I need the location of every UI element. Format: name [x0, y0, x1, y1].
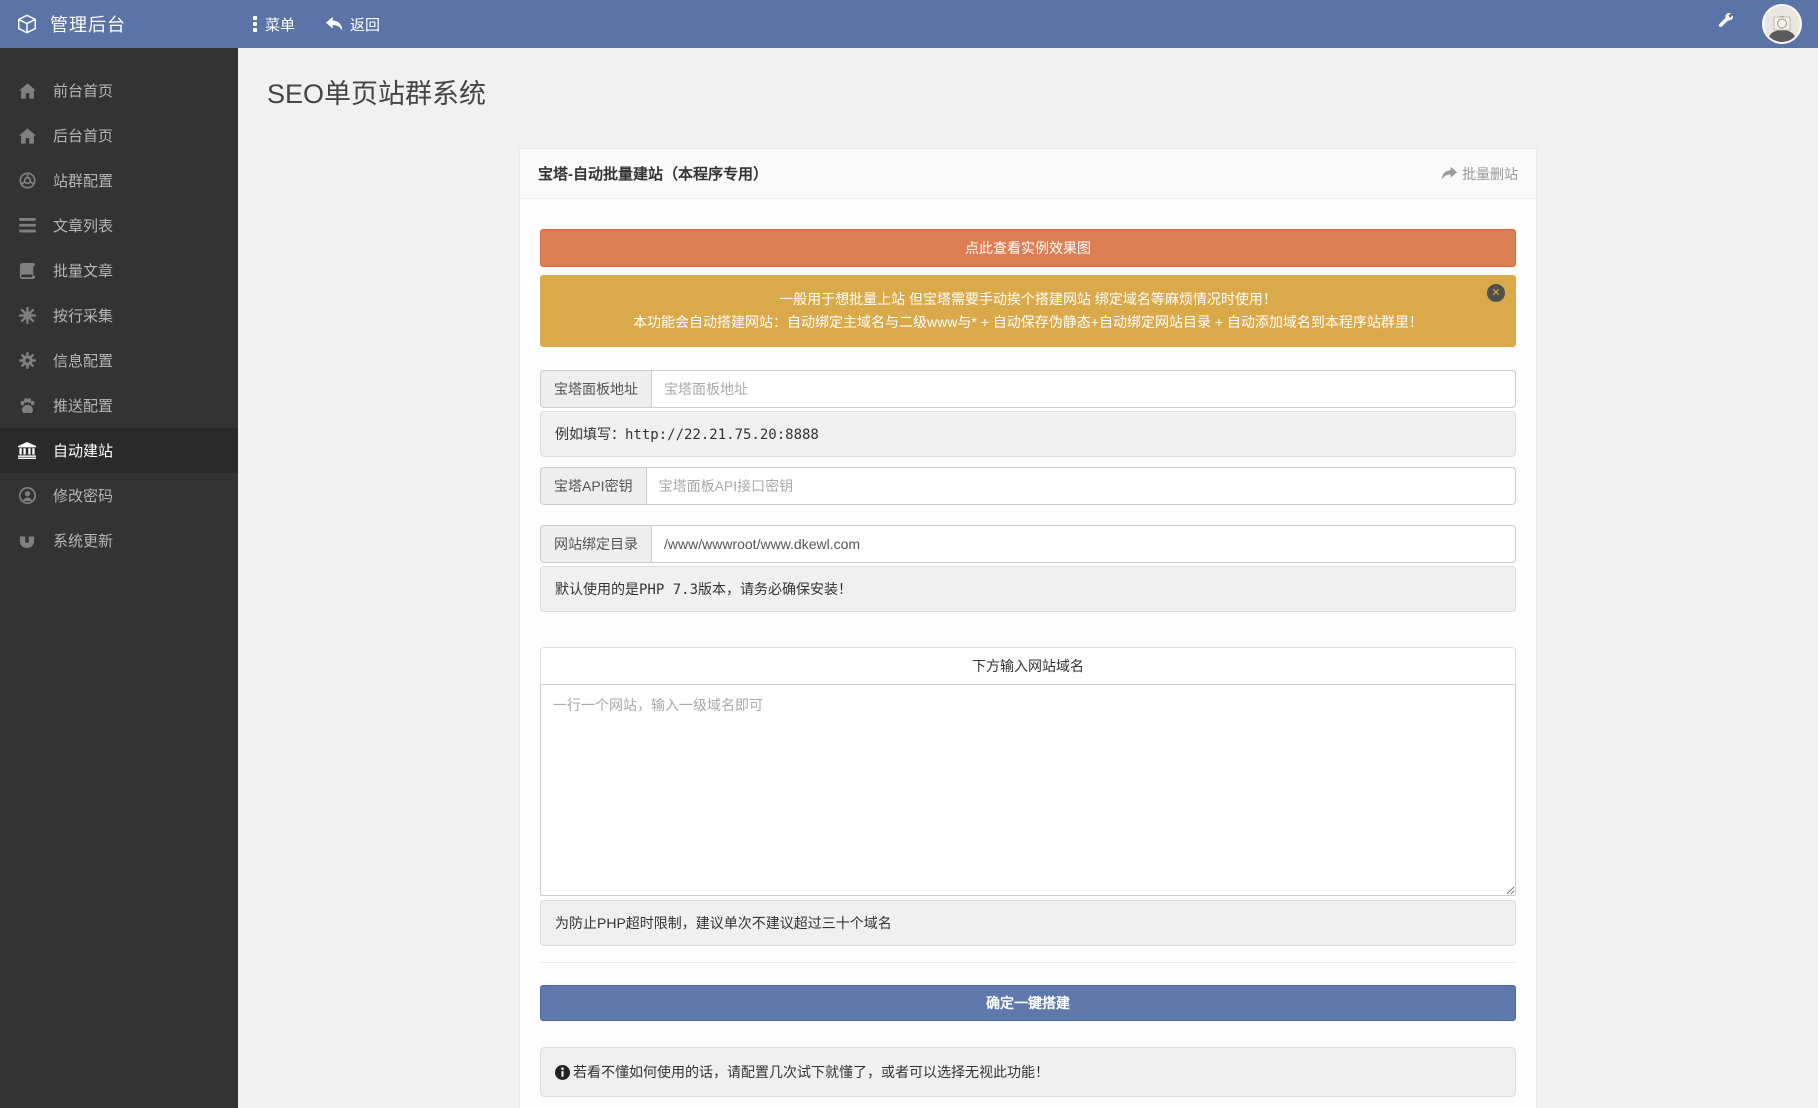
- sidebar-item-label: 批量文章: [53, 260, 113, 281]
- api-key-group: 宝塔API密钥: [540, 467, 1516, 505]
- brand-title: 管理后台: [50, 11, 126, 37]
- user-circle-icon: [17, 487, 37, 504]
- main-content: SEO单页站群系统 宝塔-自动批量建站（本程序专用） 批量删站 点此查看实例效果…: [238, 48, 1818, 1108]
- globe-icon: [17, 172, 37, 189]
- home-icon: [17, 83, 37, 99]
- submit-build-button[interactable]: 确定一键搭建: [540, 985, 1516, 1021]
- reply-arrow-icon: [325, 16, 343, 32]
- sidebar-item-batch-article[interactable]: 批量文章: [0, 248, 238, 293]
- footer-note-text: 若看不懂如何使用的话，请配置几次试下就懂了，或者可以选择无视此功能！: [573, 1062, 1049, 1082]
- panel-header: 宝塔-自动批量建站（本程序专用） 批量删站: [520, 149, 1536, 199]
- gear-icon: [17, 352, 37, 369]
- ellipsis-vertical-icon: [252, 15, 258, 33]
- baota-panel: 宝塔-自动批量建站（本程序专用） 批量删站 点此查看实例效果图 一般用于想批量上…: [519, 148, 1537, 1108]
- menu-label: 菜单: [265, 14, 295, 35]
- note-label: 版本，请务必确保安装！: [698, 581, 852, 597]
- note-label: 默认使用的是: [555, 581, 639, 597]
- panel-body: 点此查看实例效果图 一般用于想批量上站 但宝塔需要手动挨个搭建网站 绑定域名等麻…: [520, 199, 1536, 1108]
- back-label: 返回: [350, 14, 380, 35]
- burst-icon: [17, 307, 37, 324]
- back-button[interactable]: 返回: [325, 14, 380, 35]
- api-key-label: 宝塔API密钥: [540, 467, 646, 505]
- domains-textarea[interactable]: [540, 684, 1516, 896]
- alert-line2: 本功能会自动搭建网站：自动绑定主域名与二级www与* + 自动保存伪静态+自动绑…: [588, 311, 1468, 334]
- paw-icon: [17, 398, 37, 414]
- sidebar-item-change-password[interactable]: 修改密码: [0, 473, 238, 518]
- alert-close-icon[interactable]: ✕: [1487, 284, 1505, 302]
- panel-address-input[interactable]: [651, 370, 1516, 408]
- sidebar-item-label: 前台首页: [53, 80, 113, 101]
- footer-note: 若看不懂如何使用的话，请配置几次试下就懂了，或者可以选择无视此功能！: [540, 1047, 1516, 1097]
- panel-title: 宝塔-自动批量建站（本程序专用）: [538, 163, 768, 184]
- usage-alert: 一般用于想批量上站 但宝塔需要手动挨个搭建网站 绑定域名等麻烦情况时使用！ 本功…: [540, 275, 1516, 347]
- bind-dir-input[interactable]: [651, 525, 1516, 563]
- sidebar-item-label: 后台首页: [53, 125, 113, 146]
- wrench-icon[interactable]: [1717, 13, 1734, 35]
- sidebar-item-label: 按行采集: [53, 305, 113, 326]
- bind-dir-label: 网站绑定目录: [540, 525, 651, 563]
- note-label: 例如填写：: [555, 426, 625, 442]
- sidebar: 前台首页 后台首页 站群配置 文章列表 批量文章 按行采集 信息配置 推送配置 …: [0, 48, 238, 1108]
- sidebar-item-label: 信息配置: [53, 350, 113, 371]
- share-arrow-icon: [1441, 166, 1458, 181]
- panel-address-group: 宝塔面板地址: [540, 370, 1516, 408]
- batch-delete-label: 批量删站: [1462, 164, 1518, 184]
- sidebar-item-label: 修改密码: [53, 485, 113, 506]
- brand[interactable]: 管理后台: [0, 11, 238, 37]
- book-icon: [17, 263, 37, 279]
- magnet-icon: [17, 533, 37, 549]
- php-version-note: 默认使用的是PHP 7.3版本，请务必确保安装！: [540, 566, 1516, 612]
- page-title: SEO单页站群系统: [238, 72, 1818, 111]
- user-avatar[interactable]: [1762, 4, 1802, 44]
- bind-dir-group: 网站绑定目录: [540, 525, 1516, 563]
- panel-address-note: 例如填写：http://22.21.75.20:8888: [540, 411, 1516, 457]
- top-header: 管理后台 菜单 返回: [0, 0, 1818, 48]
- sidebar-item-line-collect[interactable]: 按行采集: [0, 293, 238, 338]
- domains-limit-note: 为防止PHP超时限制，建议单次不建议超过三十个域名: [540, 900, 1516, 946]
- home-icon: [17, 128, 37, 144]
- view-example-button[interactable]: 点此查看实例效果图: [540, 229, 1516, 267]
- sidebar-item-system-update[interactable]: 系统更新: [0, 518, 238, 563]
- sidebar-item-label: 文章列表: [53, 215, 113, 236]
- sidebar-item-push-config[interactable]: 推送配置: [0, 383, 238, 428]
- list-icon: [17, 218, 37, 233]
- note-code: PHP 7.3: [639, 582, 698, 598]
- panel-address-label: 宝塔面板地址: [540, 370, 651, 408]
- sidebar-item-label: 自动建站: [53, 440, 113, 461]
- menu-button[interactable]: 菜单: [252, 14, 295, 35]
- domains-header: 下方输入网站域名: [540, 647, 1516, 685]
- sidebar-item-sitegroup-config[interactable]: 站群配置: [0, 158, 238, 203]
- api-key-input[interactable]: [646, 467, 1516, 505]
- alert-line1: 一般用于想批量上站 但宝塔需要手动挨个搭建网站 绑定域名等麻烦情况时使用！: [588, 288, 1468, 311]
- sidebar-item-article-list[interactable]: 文章列表: [0, 203, 238, 248]
- sidebar-item-label: 推送配置: [53, 395, 113, 416]
- cube-icon: [16, 13, 38, 35]
- batch-delete-link[interactable]: 批量删站: [1441, 164, 1518, 184]
- sidebar-item-admin-home[interactable]: 后台首页: [0, 113, 238, 158]
- sidebar-item-label: 站群配置: [53, 170, 113, 191]
- divider: [540, 962, 1516, 963]
- bank-icon: [17, 442, 37, 459]
- sidebar-item-front-home[interactable]: 前台首页: [0, 68, 238, 113]
- sidebar-item-label: 系统更新: [53, 530, 113, 551]
- sidebar-item-info-config[interactable]: 信息配置: [0, 338, 238, 383]
- info-icon: [555, 1065, 570, 1080]
- note-code: http://22.21.75.20:8888: [625, 427, 819, 443]
- sidebar-item-auto-build[interactable]: 自动建站: [0, 428, 238, 473]
